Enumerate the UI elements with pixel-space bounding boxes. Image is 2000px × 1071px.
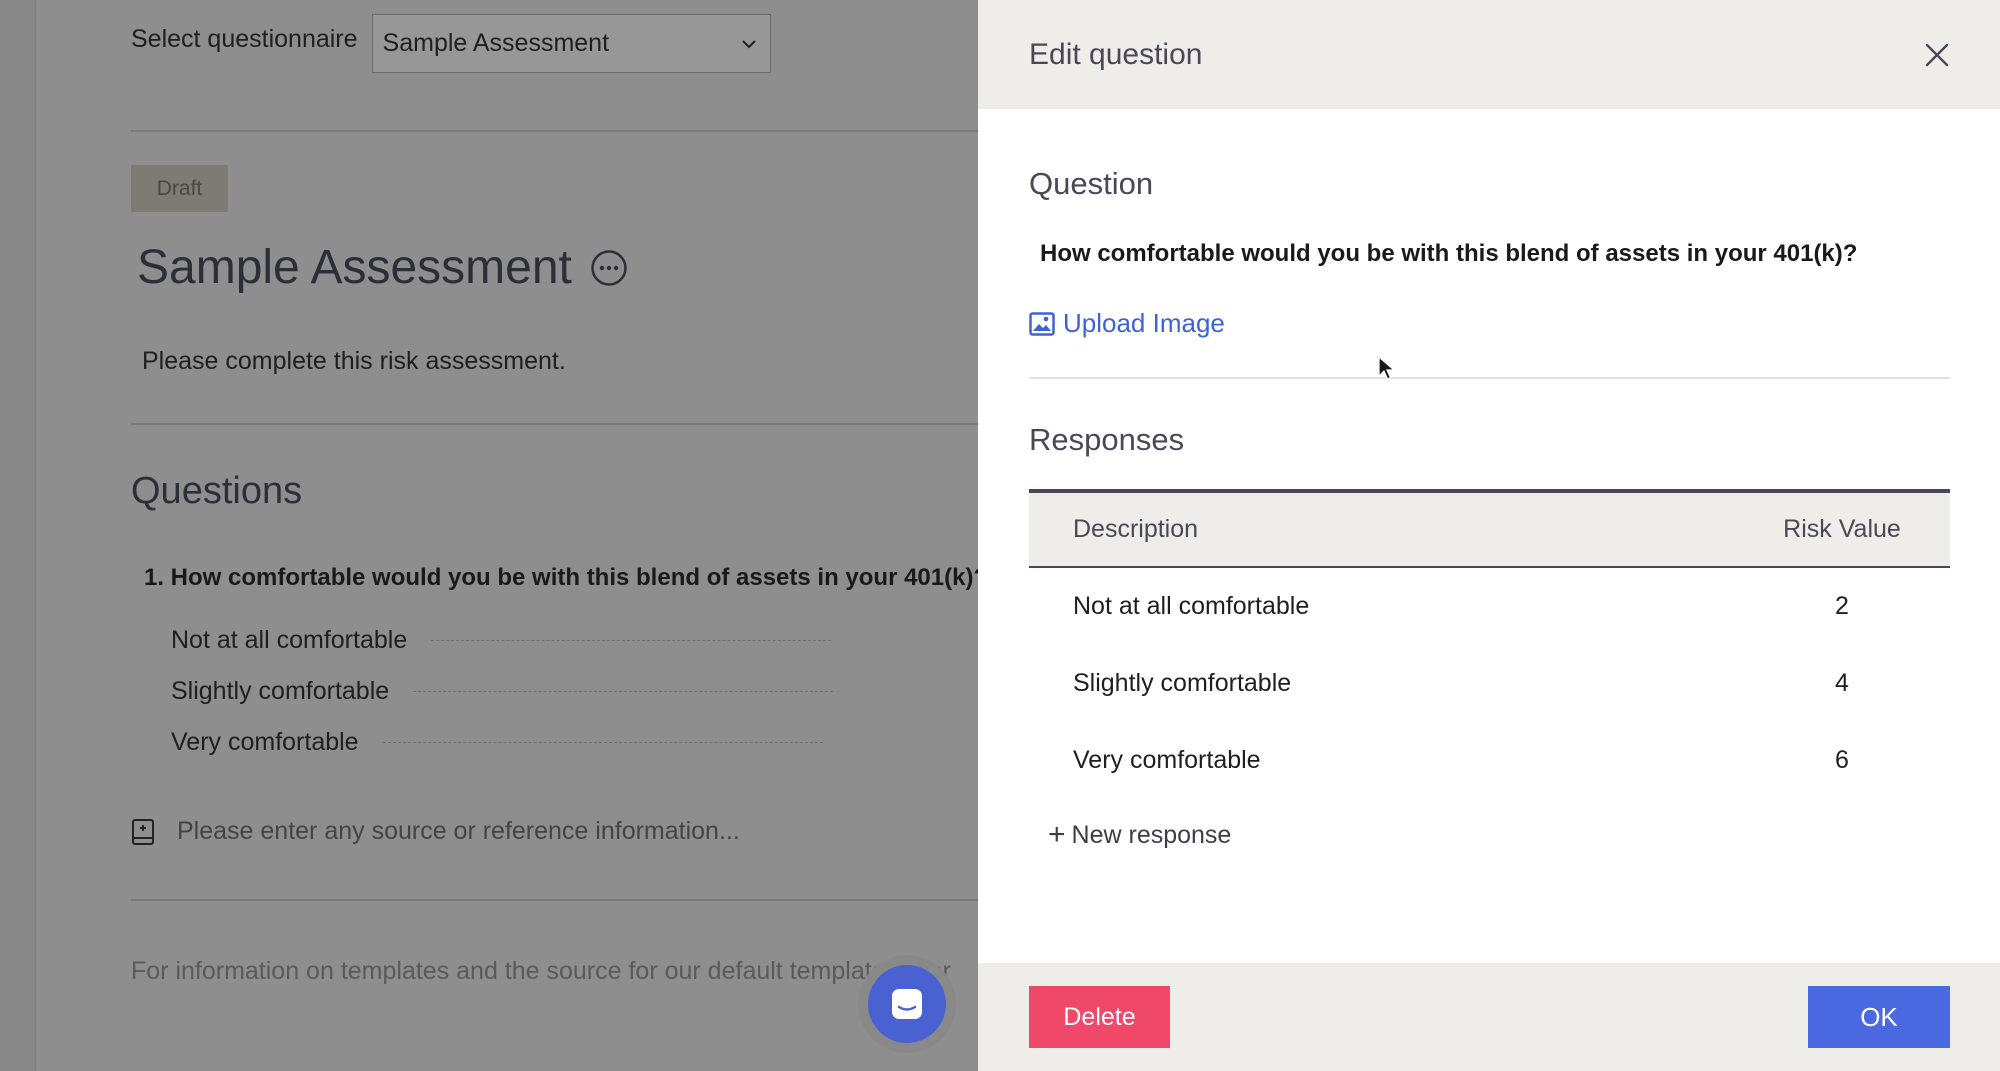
reference-field[interactable]: Please enter any source or reference inf… xyxy=(131,817,740,846)
select-questionnaire-label: Select questionnaire xyxy=(131,25,358,53)
plus-icon: + xyxy=(1048,818,1066,851)
questionnaire-select[interactable]: Sample Assessment xyxy=(371,14,771,73)
questionnaire-select-value: Sample Assessment xyxy=(382,29,610,57)
divider xyxy=(131,423,978,425)
drawer-footer: Delete OK xyxy=(978,963,2000,1071)
response-risk-value[interactable]: 2 xyxy=(1750,592,1950,621)
drawer-title: Edit question xyxy=(1029,37,1203,71)
description-column-header: Description xyxy=(1073,515,1199,543)
upload-image-label: Upload Image xyxy=(1063,308,1225,338)
reference-placeholder: Please enter any source or reference inf… xyxy=(177,817,740,845)
new-response-label: New response xyxy=(1071,820,1232,849)
image-icon xyxy=(1029,311,1055,336)
response-item: Not at all comfortable xyxy=(171,626,832,655)
drawer-body: Question How comfortable would you be wi… xyxy=(978,109,2000,963)
question-text[interactable]: How comfortable would you be with this b… xyxy=(1040,240,1857,268)
left-sidebar xyxy=(0,0,36,1071)
delete-button[interactable]: Delete xyxy=(1029,986,1170,1048)
status-badge: Draft xyxy=(131,165,228,212)
section-divider xyxy=(1029,377,1950,379)
question-section-title: Question xyxy=(1029,166,1154,201)
response-description[interactable]: Very comfortable xyxy=(1029,746,1750,775)
questionnaire-select-row: Select questionnaire Sample Assessment xyxy=(131,14,771,73)
divider xyxy=(131,899,978,901)
risk-value-column-header: Risk Value xyxy=(1783,515,1901,543)
dotted-leader xyxy=(413,691,834,692)
table-row[interactable]: Not at all comfortable 2 xyxy=(1029,568,1950,645)
cursor-icon xyxy=(1378,356,1396,380)
table-row[interactable]: Very comfortable 6 xyxy=(1029,722,1950,799)
background-page: Select questionnaire Sample Assessment D… xyxy=(0,0,978,1071)
table-header: Description Risk Value xyxy=(1029,489,1950,568)
ok-button[interactable]: OK xyxy=(1808,986,1950,1048)
dotted-leader xyxy=(382,742,823,743)
table-row[interactable]: Slightly comfortable 4 xyxy=(1029,645,1950,722)
response-item: Slightly comfortable xyxy=(171,677,834,706)
chat-launcher-button[interactable] xyxy=(868,965,946,1043)
response-risk-value[interactable]: 6 xyxy=(1750,746,1950,775)
response-item: Very comfortable xyxy=(171,728,823,757)
questions-heading: Questions xyxy=(131,470,303,512)
edit-question-drawer: Edit question Question How comfortable w… xyxy=(978,0,2000,1071)
question-item[interactable]: 1. How comfortable would you be with thi… xyxy=(144,564,978,592)
dotted-leader xyxy=(431,640,832,641)
page-description: Please complete this risk assessment. xyxy=(142,347,566,375)
close-icon[interactable] xyxy=(1924,42,1950,68)
footer-info-text: For information on templates and the sou… xyxy=(131,957,951,985)
new-response-button[interactable]: + New response xyxy=(1048,820,1231,850)
response-description[interactable]: Slightly comfortable xyxy=(1029,669,1750,698)
response-label: Slightly comfortable xyxy=(171,677,390,705)
responses-table: Description Risk Value Not at all comfor… xyxy=(1029,489,1950,799)
response-risk-value[interactable]: 4 xyxy=(1750,669,1950,698)
page-title-text: Sample Assessment xyxy=(137,241,572,294)
response-label: Very comfortable xyxy=(171,728,359,756)
drawer-header: Edit question xyxy=(978,0,2000,109)
response-description[interactable]: Not at all comfortable xyxy=(1029,592,1750,621)
more-options-icon[interactable] xyxy=(590,249,628,287)
page-title: Sample Assessment xyxy=(137,240,628,295)
responses-section-title: Responses xyxy=(1029,422,1185,457)
response-label: Not at all comfortable xyxy=(171,626,408,654)
chevron-down-icon xyxy=(741,39,756,48)
divider xyxy=(131,130,978,132)
book-icon xyxy=(132,818,154,845)
chat-icon xyxy=(892,989,922,1019)
upload-image-link[interactable]: Upload Image xyxy=(1029,308,1225,339)
